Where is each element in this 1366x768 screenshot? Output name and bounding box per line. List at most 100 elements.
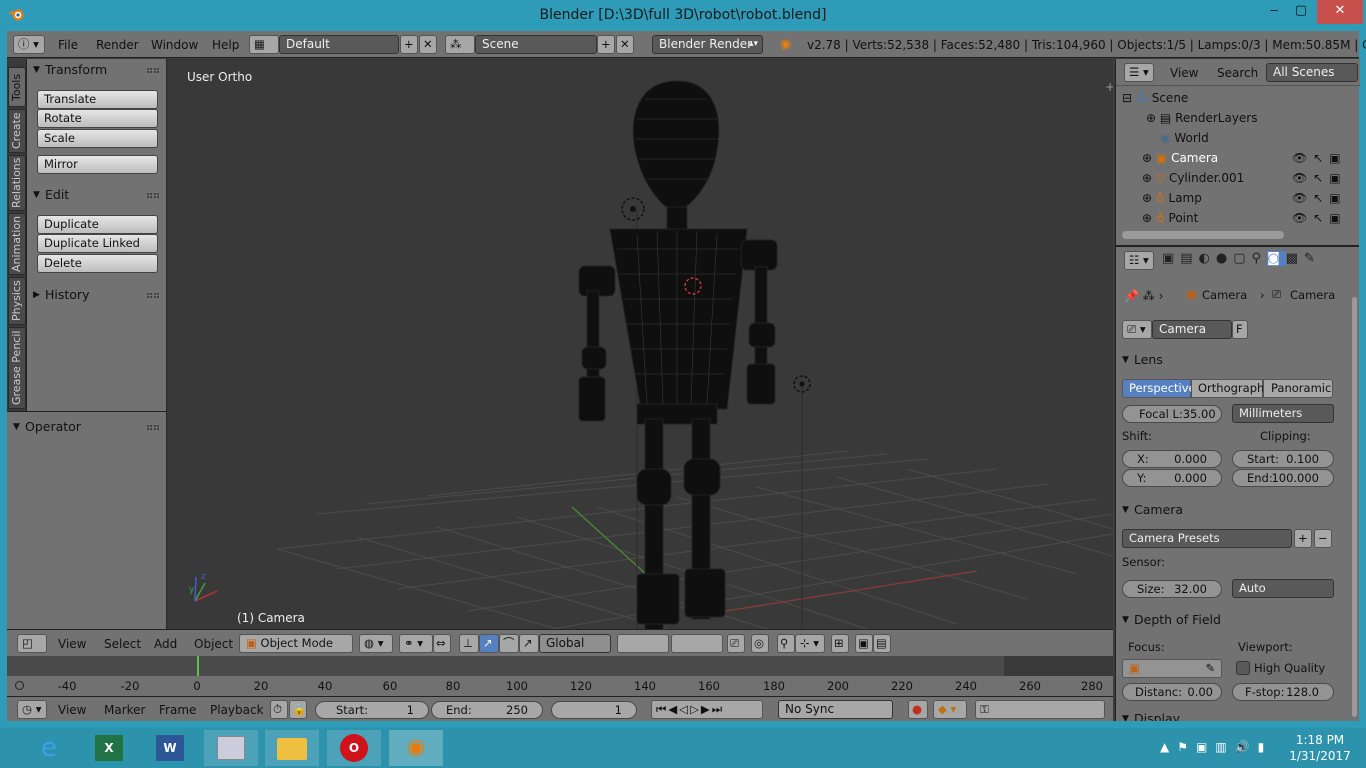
manipulator-toggle-icon[interactable]: ⇔ <box>433 634 451 653</box>
shift-y-field[interactable]: Y: 0.000 <box>1122 469 1222 487</box>
word-icon[interactable]: W <box>143 730 197 766</box>
fake-user-toggle[interactable]: F <box>1232 320 1248 339</box>
editor-type-timeline-icon[interactable]: ◷ ▾ <box>17 700 47 719</box>
menu-view[interactable]: View <box>1170 66 1198 80</box>
remove-preset-icon[interactable]: − <box>1314 529 1332 548</box>
screen-layout-field[interactable]: Default <box>279 35 399 54</box>
lock-layers-icon[interactable]: ⎚ <box>727 634 745 653</box>
3d-viewport[interactable]: z y + User Ortho (1) Camera <box>167 59 1113 629</box>
active-keying-set-field[interactable]: ⚿ <box>975 700 1105 719</box>
scale-button[interactable]: Scale <box>37 129 158 148</box>
camera-datablock-icon[interactable]: ⎚ ▾ <box>1122 320 1152 339</box>
timeline[interactable]: -40 -20 0 20 40 60 80 100 120 140 160 18… <box>7 656 1113 696</box>
panel-operator[interactable]: ▼ Operator <box>7 416 167 438</box>
current-frame-field[interactable]: 1 <box>551 701 637 719</box>
visibility-toggles[interactable]: 👁↖▣ 👁↖▣ 👁↖▣ 👁↖▣ <box>1292 148 1352 228</box>
scene-field[interactable]: Scene <box>475 35 597 54</box>
timeline-ruler[interactable]: -40 -20 0 20 40 60 80 100 120 140 160 18… <box>7 676 1113 696</box>
scene-icon[interactable]: ⁂ ▾ <box>445 35 475 68</box>
panel-edit[interactable]: ▼ Edit <box>27 184 167 206</box>
orthographic-button[interactable]: Orthographic <box>1191 379 1274 398</box>
panel-transform[interactable]: ▼ Transform <box>27 59 167 81</box>
internet-explorer-icon[interactable]: e <box>22 730 76 766</box>
sync-select[interactable]: No Sync <box>778 700 893 719</box>
add-screen-icon[interactable]: + <box>400 35 418 54</box>
maximize-button[interactable]: ▢ <box>1283 0 1319 24</box>
start-frame-field[interactable]: Start: 1 <box>315 701 429 719</box>
add-preset-icon[interactable]: + <box>1294 529 1312 548</box>
clip-start-field[interactable]: Start: 0.100 <box>1232 450 1334 468</box>
section-camera[interactable]: ▼ Camera <box>1120 500 1346 520</box>
menu-render[interactable]: Render <box>96 38 139 52</box>
transform-orientation-icon[interactable]: ↗ <box>519 634 539 653</box>
pivot-select-icon[interactable]: ⚭ ▾ <box>399 634 433 653</box>
orientation-select[interactable]: Global <box>539 634 611 653</box>
menu-marker[interactable]: Marker <box>104 703 145 717</box>
record-icon[interactable]: ● <box>908 700 928 719</box>
preview-range-icon[interactable]: ⏱ <box>270 700 288 719</box>
menu-select[interactable]: Select <box>104 637 141 651</box>
opera-icon[interactable]: O <box>327 730 381 766</box>
section-display[interactable]: ▼ Display <box>1120 709 1346 721</box>
sensor-fit-select[interactable]: Auto <box>1232 579 1334 598</box>
rotate-manipulator-icon[interactable]: ↗ <box>479 634 499 653</box>
camera-presets-select[interactable]: Camera Presets <box>1122 529 1292 548</box>
focal-length-field[interactable]: Focal L:35.00 <box>1122 405 1222 423</box>
camera-datablock-field[interactable]: Camera <box>1152 320 1232 339</box>
menu-search[interactable]: Search <box>1217 66 1258 80</box>
close-button[interactable]: ✕ <box>1317 0 1363 24</box>
shading-select-icon[interactable]: ◍ ▾ <box>359 634 393 653</box>
properties-scrollbar[interactable] <box>1352 297 1357 717</box>
rotate-button[interactable]: Rotate <box>37 109 158 128</box>
lock-range-icon[interactable]: 🔒 <box>289 700 307 719</box>
focus-object-field[interactable]: ▣ ✎ <box>1122 659 1222 678</box>
system-tray-icons[interactable]: ▲⚑▣▥🔊▮ <box>1160 740 1272 754</box>
tab-relations[interactable]: Relations <box>8 155 26 211</box>
duplicate-linked-button[interactable]: Duplicate Linked <box>37 234 158 253</box>
panel-history[interactable]: ▶ History <box>27 284 167 306</box>
mode-select[interactable]: ▣ Object Mode <box>239 634 353 653</box>
editor-type-3d-icon[interactable]: ◰ ▾ <box>17 634 47 667</box>
menu-frame[interactable]: Frame <box>159 703 196 717</box>
current-frame-marker[interactable] <box>197 656 199 676</box>
render-anim-icon[interactable]: ▤ <box>873 634 891 653</box>
task-manager-icon[interactable] <box>204 730 258 766</box>
editor-type-outliner-icon[interactable]: ☰ ▾ <box>1124 63 1154 82</box>
duplicate-button[interactable]: Duplicate <box>37 215 158 234</box>
display-mode-select[interactable]: All Scenes <box>1266 63 1358 82</box>
tab-grease-pencil[interactable]: Grease Pencil <box>8 327 26 409</box>
layers-grid-1-icon[interactable] <box>617 634 669 653</box>
translate-button[interactable]: Translate <box>37 90 158 109</box>
menu-help[interactable]: Help <box>212 38 239 52</box>
menu-add[interactable]: Add <box>154 637 177 651</box>
keying-set-icon[interactable]: ◆ ▾ <box>933 700 967 719</box>
outliner-row-renderlayers[interactable]: ⊕ ▤ RenderLayers <box>1146 108 1366 128</box>
tab-physics[interactable]: Physics <box>8 277 26 325</box>
snap-target-icon[interactable]: ⊞ <box>831 634 849 653</box>
expand-icon[interactable]: ⊕ <box>1142 211 1152 225</box>
drag-grip-icon[interactable] <box>147 425 159 430</box>
pin-icon[interactable]: 📌 ⁂ › <box>1124 289 1163 303</box>
delete-scene-icon[interactable]: ✕ <box>616 35 634 54</box>
menu-playback[interactable]: Playback <box>210 703 264 717</box>
snap-element-icon[interactable]: ⊹ ▾ <box>795 634 825 653</box>
menu-view[interactable]: View <box>58 703 86 717</box>
proportional-edit-icon[interactable]: ◎ <box>751 634 769 653</box>
perspective-button[interactable]: Perspective <box>1122 379 1196 398</box>
render-engine-select[interactable]: Blender Render ▴▾ <box>652 35 763 54</box>
lens-unit-select[interactable]: Millimeters <box>1232 404 1334 423</box>
editor-type-info-icon[interactable]: ⓘ ▾ <box>13 35 45 54</box>
outliner-row-world[interactable]: ◉ World <box>1160 128 1366 148</box>
menu-file[interactable]: File <box>58 38 78 52</box>
snap-toggle-icon[interactable]: ⚲ <box>777 634 795 653</box>
drag-grip-icon[interactable] <box>147 293 159 298</box>
menu-view[interactable]: View <box>58 637 86 651</box>
timeline-track[interactable] <box>7 656 1113 676</box>
screen-layout-icon[interactable]: ▦ ▾ <box>249 35 279 68</box>
expand-icon[interactable]: ⊕ <box>1142 171 1152 185</box>
fstop-field[interactable]: F-stop: 128.0 <box>1232 683 1334 701</box>
scroll-handle-icon[interactable] <box>15 681 24 690</box>
eyedropper-icon[interactable]: ✎ <box>1205 660 1215 677</box>
scale-manipulator-icon[interactable]: ⌒ <box>499 634 519 653</box>
render-opengl-icon[interactable]: ▣ <box>855 634 873 653</box>
